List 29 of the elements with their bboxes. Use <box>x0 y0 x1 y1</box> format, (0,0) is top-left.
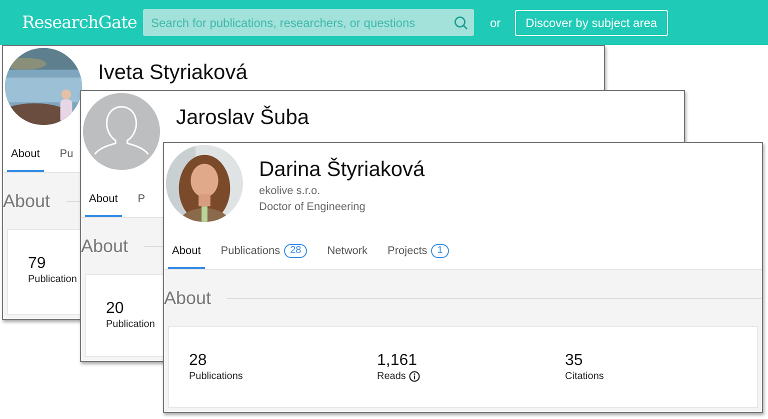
stat-label: Publication <box>106 319 155 330</box>
profile-name: Jaroslav Šuba <box>176 105 310 131</box>
tab[interactable]: Projects 1 <box>384 235 453 269</box>
count-badge: 1 <box>431 244 449 258</box>
stat-label: Reads <box>377 371 406 382</box>
stat-label: Publications <box>189 371 243 382</box>
or-label: or <box>490 16 501 30</box>
stat-value: 20 <box>106 299 125 319</box>
section-title: About <box>81 236 128 256</box>
stat-value: 1,161 <box>377 351 418 371</box>
count-badge: 28 <box>284 244 308 258</box>
stat-value: 28 <box>189 351 208 371</box>
section-title: About <box>3 190 50 212</box>
tab[interactable]: Publications 28 <box>216 235 312 269</box>
stat-label: Citations <box>565 371 604 382</box>
affiliation: ekolive s.r.o. <box>259 184 322 199</box>
degree: Doctor of Engineering <box>259 200 366 215</box>
avatar-silhouette-icon <box>83 93 160 170</box>
section-title: About <box>164 288 212 308</box>
stat-label: Publication <box>28 274 77 285</box>
info-icon[interactable] <box>408 371 420 382</box>
stat-value: 35 <box>565 351 584 371</box>
profile-name: Iveta Styriaková <box>98 60 248 86</box>
tab[interactable]: P <box>134 183 150 217</box>
search-field[interactable]: Search for publications, researchers, or questions <box>143 9 474 36</box>
stat-value: 79 <box>28 254 47 274</box>
profile-name: Darina Štyriaková <box>259 157 425 183</box>
tab[interactable]: Network <box>323 235 372 269</box>
tab[interactable]: Pu <box>56 138 78 172</box>
